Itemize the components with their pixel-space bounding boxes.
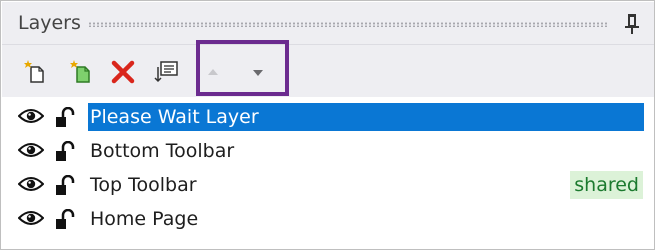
drag-grip[interactable] xyxy=(88,22,608,27)
layer-row[interactable]: Bottom Toolbar xyxy=(2,135,654,167)
visibility-eye-icon[interactable] xyxy=(17,175,45,197)
layer-row[interactable]: Home Page xyxy=(2,203,654,235)
layer-row[interactable]: Top Toolbar shared xyxy=(2,169,654,201)
shared-badge: shared xyxy=(570,171,643,199)
layer-row[interactable]: Please Wait Layer xyxy=(2,101,654,133)
layers-panel: Layers Please Wait Layer Bottom Toolbar … xyxy=(0,0,655,250)
new-shared-layer-icon xyxy=(70,60,90,83)
visibility-eye-icon[interactable] xyxy=(17,141,45,163)
panel-titlebar[interactable]: Layers xyxy=(2,2,654,45)
panel-title: Layers xyxy=(18,12,81,34)
layer-name: Top Toolbar xyxy=(90,174,197,196)
visibility-eye-icon[interactable] xyxy=(17,209,45,231)
layers-toolbar xyxy=(2,45,654,97)
unlock-icon[interactable] xyxy=(54,208,76,235)
delete-icon xyxy=(111,60,135,84)
visibility-eye-icon[interactable] xyxy=(17,107,45,129)
new-shared-layer-button[interactable] xyxy=(68,59,94,85)
pin-icon[interactable] xyxy=(624,12,640,36)
unlock-icon[interactable] xyxy=(54,140,76,167)
layer-name: Bottom Toolbar xyxy=(90,140,235,162)
delete-layer-button[interactable] xyxy=(110,59,136,85)
layer-name: Please Wait Layer xyxy=(88,103,644,131)
layer-properties-icon xyxy=(154,61,178,83)
new-layer-icon xyxy=(24,60,44,83)
unlock-icon[interactable] xyxy=(54,174,76,201)
layer-properties-button[interactable] xyxy=(154,59,180,85)
layer-name: Home Page xyxy=(90,208,199,230)
unlock-icon[interactable] xyxy=(54,106,76,133)
new-layer-button[interactable] xyxy=(22,59,48,85)
move-buttons-highlight xyxy=(196,40,289,96)
